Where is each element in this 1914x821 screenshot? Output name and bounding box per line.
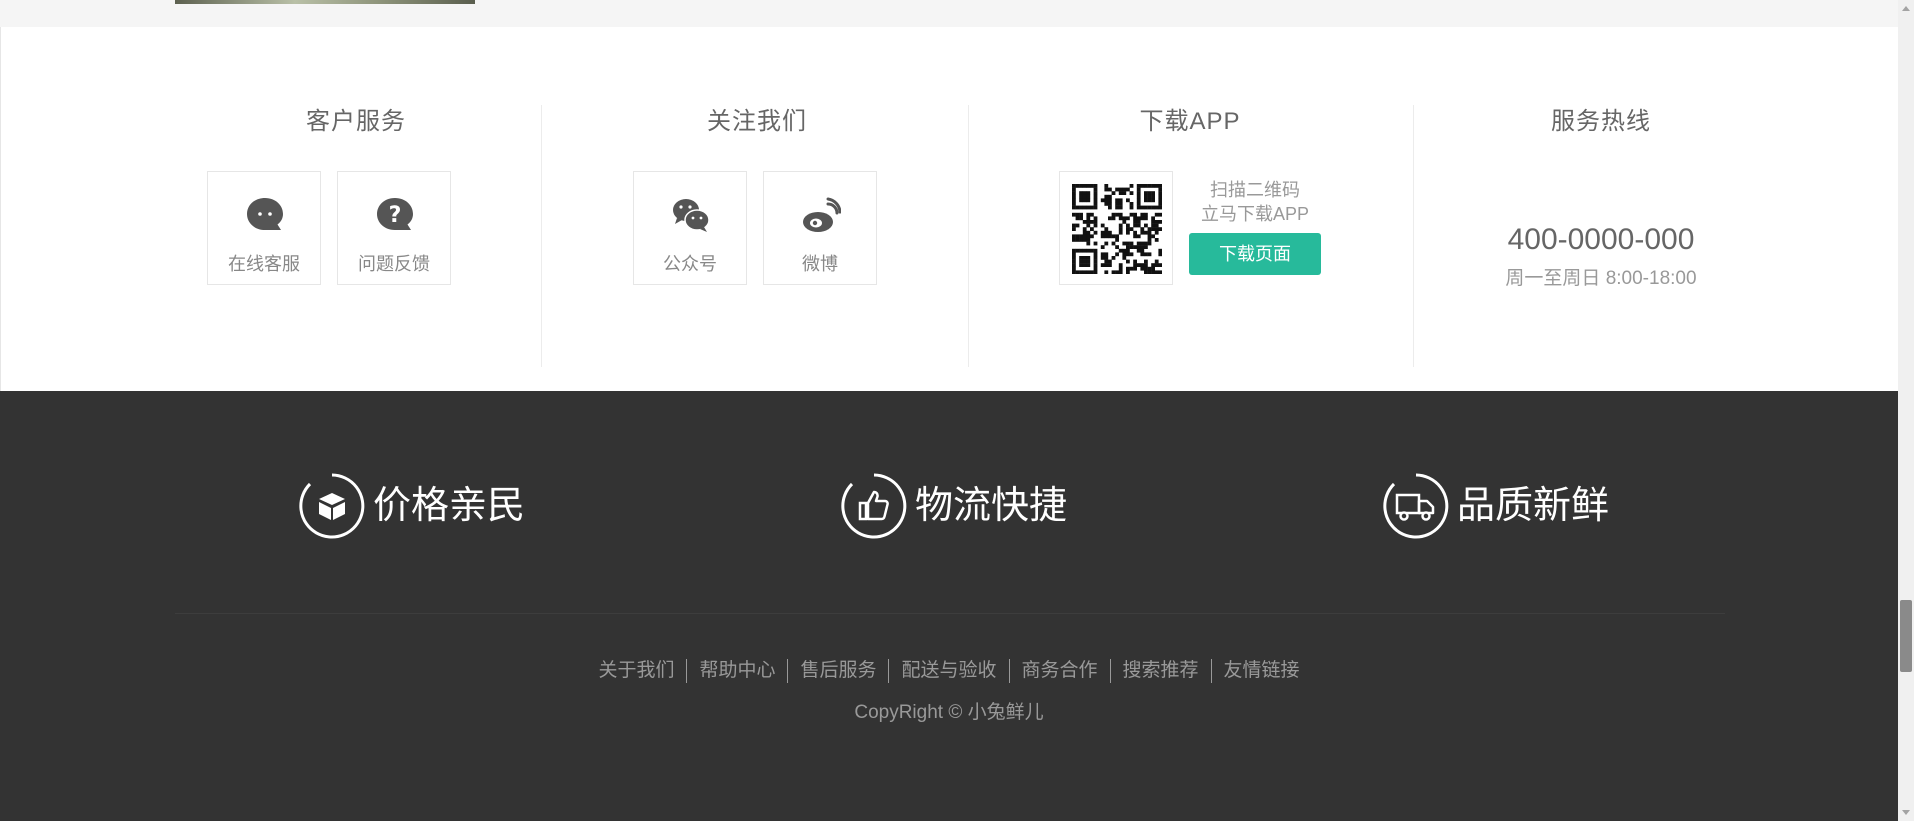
footer-links: 关于我们 帮助中心 售后服务 配送与验收 商务合作 搜索推荐 友情链接: [0, 659, 1898, 683]
page-top-strip: [0, 0, 1898, 27]
footer-link-delivery[interactable]: 配送与验收: [888, 659, 1008, 683]
vertical-scrollbar[interactable]: [1898, 0, 1914, 821]
qr-hint-line1: 扫描二维码: [1210, 180, 1300, 200]
download-page-button[interactable]: 下载页面: [1189, 233, 1321, 275]
column-divider: [968, 105, 969, 367]
feature-affordable-label: 价格亲民: [373, 485, 526, 527]
online-service-label: 在线客服: [228, 254, 300, 274]
weibo-button[interactable]: 微博: [763, 171, 877, 285]
hotline-title: 服务热线: [1551, 108, 1651, 135]
wechat-account-label: 公众号: [663, 254, 717, 274]
scrollbar-thumb[interactable]: [1900, 600, 1912, 672]
scroll-down-icon[interactable]: [1902, 810, 1910, 815]
wechat-account-button[interactable]: 公众号: [633, 171, 747, 285]
download-app-column: 下载APP 扫描二维码 立马下载APP 下载页面: [1009, 27, 1371, 391]
footer-link-about[interactable]: 关于我们: [586, 659, 686, 683]
qr-code-image: [1072, 184, 1162, 274]
column-divider: [1413, 105, 1414, 367]
customer-service-title: 客户服务: [306, 108, 406, 135]
feedback-label: 问题反馈: [358, 254, 430, 274]
follow-us-column: 关注我们 公众号 微博: [581, 27, 933, 391]
download-app-title: 下载APP: [1139, 108, 1241, 135]
hotline-number: 400-0000-000: [1507, 223, 1695, 256]
app-qr-code: [1059, 171, 1173, 285]
footer-link-business[interactable]: 商务合作: [1008, 659, 1110, 683]
weibo-label: 微博: [802, 254, 838, 274]
service-section: 客户服务 在线客服 ? 问题反馈 关注我们 公众号 微博 下载APP 扫描二维码…: [0, 27, 1898, 391]
online-service-button[interactable]: 在线客服: [207, 171, 321, 285]
hotline-column: 服务热线 400-0000-000 周一至周日 8:00-18:00: [1421, 27, 1781, 391]
hotline-hours: 周一至周日 8:00-18:00: [1505, 268, 1697, 289]
qr-hint: 扫描二维码 立马下载APP: [1175, 178, 1335, 226]
footer-link-friends[interactable]: 友情链接: [1210, 659, 1312, 683]
question-bubble-icon: ?: [377, 198, 413, 230]
feature-fresh-quality-label: 品质新鲜: [1457, 485, 1610, 527]
svg-text:?: ?: [389, 203, 402, 228]
scroll-up-icon[interactable]: [1902, 6, 1910, 11]
qr-hint-line2: 立马下载APP: [1200, 204, 1310, 224]
product-image-edge: [175, 0, 475, 4]
footer-divider: [175, 613, 1725, 614]
feedback-button[interactable]: ? 问题反馈: [337, 171, 451, 285]
customer-service-column: 客户服务 在线客服 ? 问题反馈: [176, 27, 536, 391]
chat-bubble-icon: [247, 198, 283, 230]
footer-link-search[interactable]: 搜索推荐: [1109, 659, 1211, 683]
column-divider: [541, 105, 542, 367]
box-icon: [299, 473, 365, 539]
footer-link-after-sales[interactable]: 售后服务: [787, 659, 888, 683]
thumbs-up-icon: [841, 473, 907, 539]
copyright: CopyRight © 小兔鲜儿: [854, 702, 1044, 723]
follow-us-title: 关注我们: [707, 108, 807, 135]
feature-fast-delivery-label: 物流快捷: [915, 485, 1068, 527]
site-footer: 价格亲民 物流快捷 品质新鲜 关于我们 帮助中心 售后服务 配送与验收 商务合作 搜索推荐…: [0, 391, 1898, 821]
footer-link-help[interactable]: 帮助中心: [686, 659, 787, 683]
wechat-icon: [673, 199, 710, 232]
truck-icon: [1383, 473, 1449, 539]
weibo-icon: [803, 197, 841, 232]
